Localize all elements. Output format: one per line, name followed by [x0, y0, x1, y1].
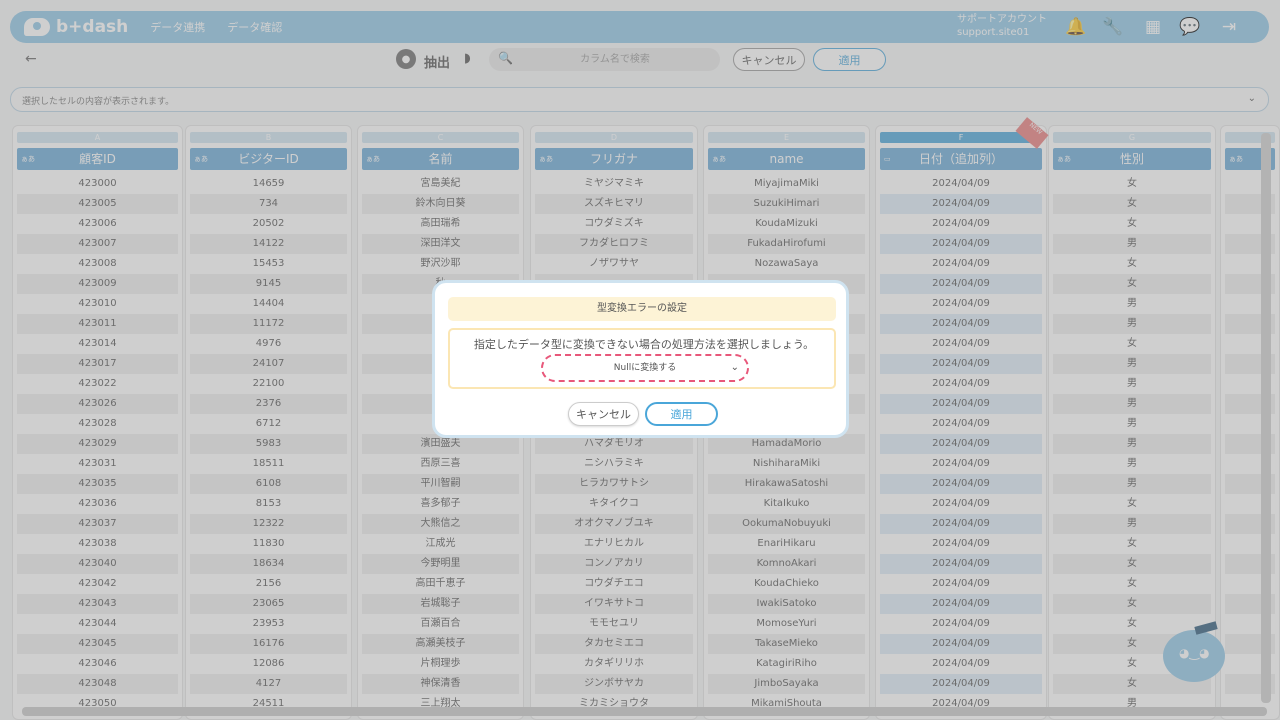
dialog-apply-button[interactable]: 適用 — [645, 402, 718, 426]
dialog-title: 型変換エラーの設定 — [448, 297, 836, 321]
dialog-text: 指定したデータ型に変換できない場合の処理方法を選択しましょう。 — [473, 338, 815, 351]
dialog-cancel-button[interactable]: キャンセル — [568, 402, 639, 426]
dialog-body: 指定したデータ型に変換できない場合の処理方法を選択しましょう。 Nullに変換す… — [448, 328, 836, 389]
conversion-select[interactable]: Nullに変換する ⌄ — [541, 354, 749, 382]
type-conversion-dialog: 型変換エラーの設定 指定したデータ型に変換できない場合の処理方法を選択しましょう… — [432, 280, 849, 438]
chevron-down-icon: ⌄ — [730, 362, 739, 373]
